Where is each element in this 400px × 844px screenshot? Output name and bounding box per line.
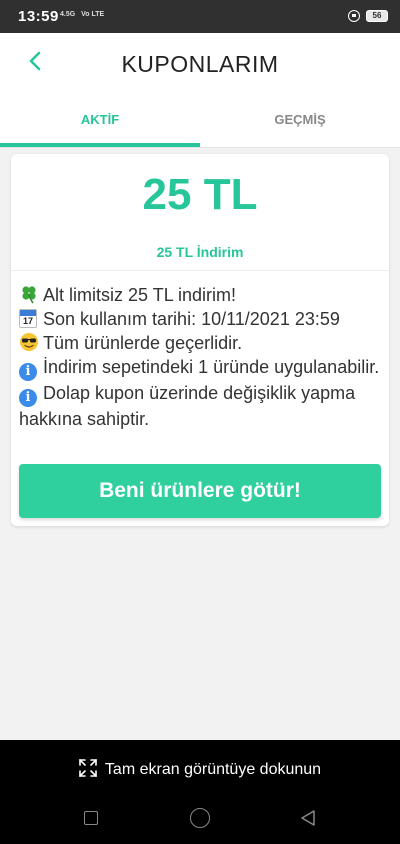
system-navigation-bar: Tam ekran görüntüye dokunun xyxy=(0,740,400,844)
calendar-day: 17 xyxy=(22,316,33,326)
term-text: Son kullanım tarihi: 10/11/2021 23:59 xyxy=(43,309,340,329)
term-text: Tüm ürünlerde geçerlidir. xyxy=(43,333,243,353)
calendar-icon: 17 xyxy=(19,309,37,328)
coupon-discount-label: 25 TL İndirim xyxy=(156,244,244,260)
info-icon: i xyxy=(19,389,37,407)
term-item: i İndirim sepetindeki 1 üründe uygulanabi… xyxy=(19,355,381,381)
signal-label: 4.5G xyxy=(60,11,76,18)
term-item: 17 Son kullanım tarihi: 10/11/2021 23:59 xyxy=(19,307,381,331)
tab-history[interactable]: GEÇMİŞ xyxy=(200,95,400,147)
info-icon: i xyxy=(19,363,37,381)
card-divider xyxy=(11,270,389,271)
page-title: KUPONLARIM xyxy=(121,51,279,77)
status-right: 56 xyxy=(348,10,388,22)
coupon-card: 25 TL 25 TL İndirim Alt limitsiz 25 TL i… xyxy=(11,154,389,526)
fullscreen-hint[interactable]: Tam ekran görüntüye dokunun xyxy=(0,759,400,779)
home-button[interactable] xyxy=(190,808,210,828)
rotation-lock-icon xyxy=(348,10,360,22)
term-text: Dolap kupon üzerinde değişiklik yapma ha… xyxy=(19,383,356,429)
term-item: Tüm ürünlerde geçerlidir. xyxy=(19,331,381,355)
expand-icon xyxy=(79,759,97,777)
tab-active[interactable]: AKTİF xyxy=(0,95,200,147)
coupon-terms: Alt limitsiz 25 TL indirim! 17 Son kulla… xyxy=(19,283,381,431)
fullscreen-hint-text: Tam ekran görüntüye dokunun xyxy=(104,761,322,778)
signal-indicator: 4.5G Vo LTE xyxy=(60,11,104,19)
term-text: Alt limitsiz 25 TL indirim! xyxy=(43,285,237,305)
status-time: 13:59 xyxy=(18,8,59,25)
status-bar: 13:59 4.5G Vo LTE 56 xyxy=(0,0,400,33)
tab-bar: AKTİF GEÇMİŞ xyxy=(0,95,400,148)
coupon-amount: 25 TL xyxy=(142,170,258,219)
go-to-products-button[interactable]: Beni ürünlere götür! xyxy=(19,464,381,518)
term-item: i Dolap kupon üzerinde değişiklik yapma h… xyxy=(19,381,381,431)
battery-icon: 56 xyxy=(366,10,388,22)
sunglasses-face-icon xyxy=(20,333,38,351)
recents-button[interactable] xyxy=(84,811,98,825)
volte-label: Vo LTE xyxy=(81,11,105,18)
app-header: KUPONLARIM xyxy=(0,33,400,95)
clover-icon xyxy=(22,286,36,304)
term-item: Alt limitsiz 25 TL indirim! xyxy=(19,283,381,307)
term-text: İndirim sepetindeki 1 üründe uygulanabil… xyxy=(43,357,380,377)
back-triangle-icon[interactable] xyxy=(298,808,318,828)
